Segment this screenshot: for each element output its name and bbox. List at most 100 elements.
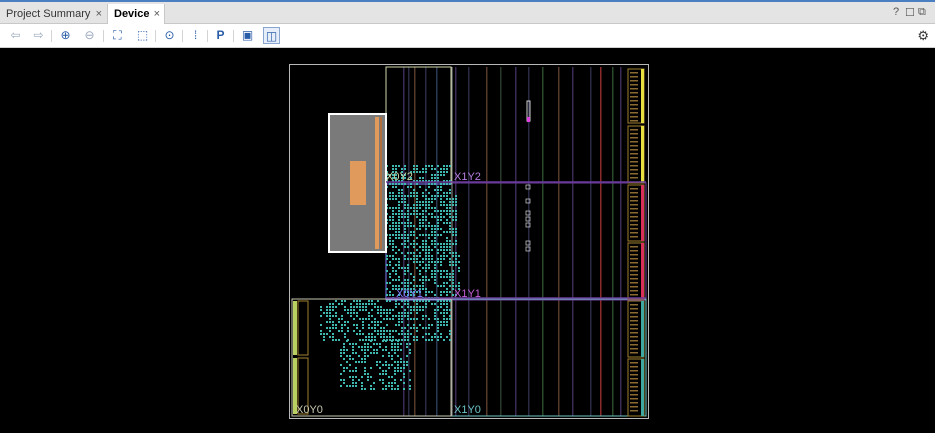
close-icon[interactable]: × (154, 4, 160, 25)
logic-cell (395, 234, 397, 236)
maximize-icon[interactable]: ☐ (905, 6, 915, 19)
logic-cell (434, 183, 436, 185)
logic-cell (404, 312, 406, 314)
io-pin (630, 254, 638, 256)
logic-cell (367, 376, 369, 378)
logic-cell (347, 312, 349, 314)
logic-cell (340, 352, 342, 354)
logic-cell (379, 343, 381, 345)
io-pin (630, 258, 638, 260)
io-pin (630, 149, 638, 151)
logic-cell (364, 358, 366, 360)
logic-cell (428, 198, 430, 200)
forward-arrow-icon[interactable]: ⇨ (30, 27, 47, 44)
back-arrow-icon[interactable]: ⇦ (7, 27, 24, 44)
show-routing-icon[interactable]: ⁞ (187, 27, 204, 44)
logic-cell (437, 306, 439, 308)
logic-cell (386, 255, 388, 257)
logic-cell (409, 388, 411, 390)
logic-cell (428, 255, 430, 257)
show-cells-icon[interactable]: ◫ (263, 27, 280, 44)
logic-cell (434, 243, 436, 245)
io-pin (630, 290, 638, 292)
logic-cell (383, 309, 385, 311)
close-icon[interactable]: × (96, 4, 102, 25)
device-view[interactable] (290, 65, 648, 418)
logic-cell (403, 376, 405, 378)
logic-cell (437, 210, 439, 212)
logic-cell (401, 213, 403, 215)
gear-icon[interactable]: ⚙ (917, 28, 929, 44)
logic-cell (392, 183, 394, 185)
tab-project-summary[interactable]: Project Summary × (0, 4, 106, 25)
logic-cell (406, 346, 408, 348)
logic-cell (413, 171, 415, 173)
show-clock-regions-icon[interactable]: ▣ (239, 27, 256, 44)
logic-cell (404, 183, 406, 185)
logic-cell (431, 276, 433, 278)
logic-cell (380, 321, 382, 323)
logic-cell (340, 349, 342, 351)
logic-cell (380, 333, 382, 335)
restore-icon[interactable]: ⧉ (918, 6, 926, 19)
logic-cell (389, 255, 391, 257)
fpga-device[interactable]: X0Y2 X1Y2 X0Y1 X1Y1 X0Y0 X1Y0 (289, 64, 649, 419)
zoom-fit-icon[interactable]: ⛶ (109, 27, 126, 44)
zoom-in-icon[interactable]: ⊕ (57, 27, 74, 44)
logic-cell (364, 361, 366, 363)
logic-cell (449, 198, 451, 200)
logic-cell (398, 267, 400, 269)
logic-cell (398, 228, 400, 230)
logic-cell (395, 165, 397, 167)
logic-cell (382, 379, 384, 381)
device-canvas[interactable]: X0Y2 X1Y2 X0Y1 X1Y1 X0Y0 X1Y0 (0, 49, 935, 433)
logic-cell (449, 249, 451, 251)
io-pin (630, 72, 638, 74)
logic-cell (425, 189, 427, 191)
logic-cell (437, 249, 439, 251)
logic-cell (341, 315, 343, 317)
logic-cell (374, 336, 376, 338)
logic-cell (349, 358, 351, 360)
logic-cell (407, 318, 409, 320)
logic-cell (361, 382, 363, 384)
auto-fit-selection-icon[interactable]: ⊙ (161, 27, 178, 44)
logic-cell (434, 198, 436, 200)
logic-cell (404, 231, 406, 233)
io-pin (630, 112, 638, 114)
logic-cell (350, 306, 352, 308)
logic-cell (398, 204, 400, 206)
logic-cell (449, 210, 451, 212)
logic-cell (392, 258, 394, 260)
logic-cell (413, 210, 415, 212)
logic-cell (425, 288, 427, 290)
io-pin (630, 84, 638, 86)
logic-cell (431, 198, 433, 200)
logic-cell (437, 285, 439, 287)
io-bank-strip (293, 301, 297, 355)
logic-cell (352, 370, 354, 372)
logic-cell (343, 343, 345, 345)
place-icon[interactable]: P (212, 27, 229, 44)
logic-cell (446, 198, 448, 200)
tab-device[interactable]: Device × (107, 4, 165, 25)
logic-cell (440, 255, 442, 257)
logic-cell (347, 309, 349, 311)
logic-cell (440, 234, 442, 236)
logic-cell (425, 255, 427, 257)
logic-cell (443, 255, 445, 257)
logic-cell (416, 258, 418, 260)
zoom-out-icon[interactable]: ⊖ (81, 27, 98, 44)
help-icon[interactable]: ? (893, 6, 899, 18)
logic-cell (428, 237, 430, 239)
logic-cell (446, 324, 448, 326)
logic-cell (400, 343, 402, 345)
logic-cell (410, 195, 412, 197)
logic-cell (428, 264, 430, 266)
logic-cell (434, 225, 436, 227)
logic-cell (437, 261, 439, 263)
logic-cell (431, 195, 433, 197)
zoom-area-icon[interactable]: ⬚ (134, 27, 151, 44)
logic-cell (398, 216, 400, 218)
logic-cell (371, 303, 373, 305)
